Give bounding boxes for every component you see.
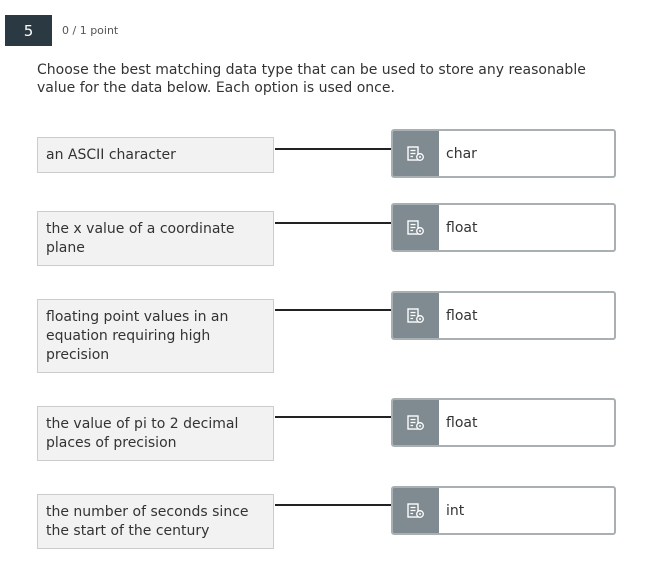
question-prompt: Choose the best matching data type that … bbox=[37, 62, 586, 96]
match-answer-2[interactable]: float bbox=[391, 203, 616, 252]
match-answer-4[interactable]: float bbox=[391, 398, 616, 447]
match-answer-text: float bbox=[446, 308, 478, 324]
match-answer-3[interactable]: float bbox=[391, 291, 616, 340]
draggable-list-icon bbox=[407, 219, 424, 235]
match-prompt-4: the value of pi to 2 decimal places of p… bbox=[37, 406, 274, 461]
drag-handle[interactable] bbox=[393, 205, 439, 250]
drag-handle[interactable] bbox=[393, 488, 439, 533]
match-answer-text: float bbox=[446, 220, 478, 236]
draggable-list-icon bbox=[407, 307, 424, 323]
match-prompt-text: floating point values in an equation req… bbox=[46, 308, 229, 363]
draggable-list-icon bbox=[407, 414, 424, 430]
draggable-list-icon bbox=[407, 145, 424, 161]
match-connector-line bbox=[275, 416, 392, 418]
match-prompt-5: the number of seconds since the start of… bbox=[37, 494, 274, 549]
match-connector-line bbox=[275, 309, 392, 311]
match-connector-line bbox=[275, 148, 392, 150]
match-prompt-text: the value of pi to 2 decimal places of p… bbox=[46, 415, 239, 451]
match-answer-text: float bbox=[446, 415, 478, 431]
match-answer-text: char bbox=[446, 146, 477, 162]
match-prompt-3: floating point values in an equation req… bbox=[37, 299, 274, 373]
match-prompt-1: an ASCII character bbox=[37, 137, 274, 173]
match-prompt-text: the x value of a coordinate plane bbox=[46, 220, 235, 256]
match-prompt-text: the number of seconds since the start of… bbox=[46, 503, 249, 539]
drag-handle[interactable] bbox=[393, 400, 439, 445]
match-answer-text: int bbox=[446, 503, 465, 519]
match-answer-1[interactable]: char bbox=[391, 129, 616, 178]
match-prompt-text: an ASCII character bbox=[46, 146, 176, 163]
match-connector-line bbox=[275, 222, 392, 224]
match-answer-5[interactable]: int bbox=[391, 486, 616, 535]
question-number-badge: 5 bbox=[5, 15, 52, 46]
drag-handle[interactable] bbox=[393, 131, 439, 176]
match-connector-line bbox=[275, 504, 392, 506]
match-prompt-2: the x value of a coordinate plane bbox=[37, 211, 274, 266]
drag-handle[interactable] bbox=[393, 293, 439, 338]
question-points: 0 / 1 point bbox=[62, 24, 119, 37]
draggable-list-icon bbox=[407, 502, 424, 518]
